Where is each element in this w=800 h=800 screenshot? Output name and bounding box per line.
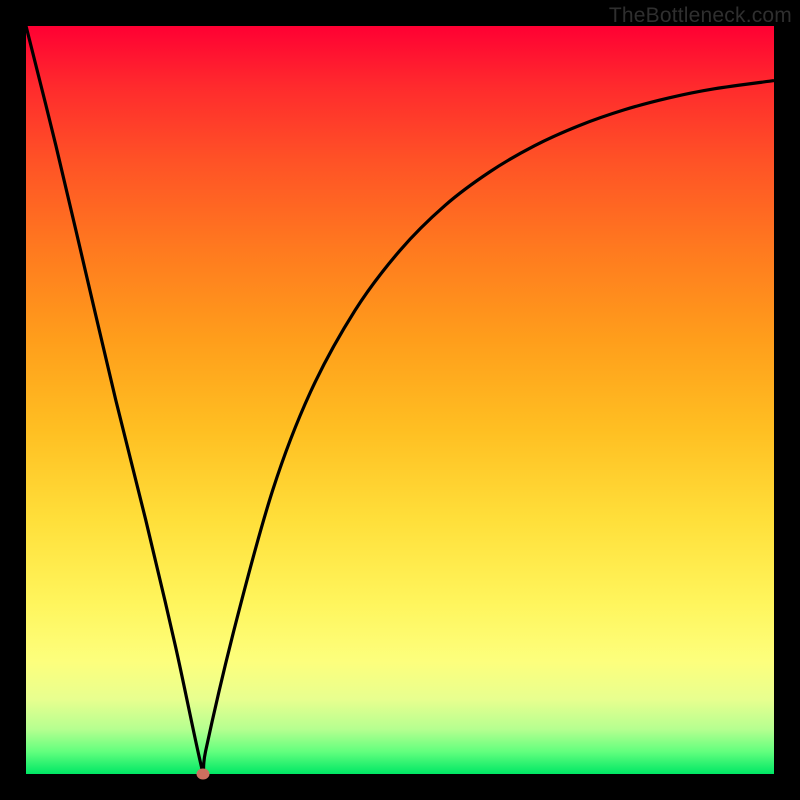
chart-frame — [26, 26, 774, 774]
watermark-text: TheBottleneck.com — [609, 4, 792, 28]
bottleneck-curve — [26, 26, 774, 774]
optimum-marker — [197, 769, 210, 780]
curve-path — [26, 26, 774, 782]
